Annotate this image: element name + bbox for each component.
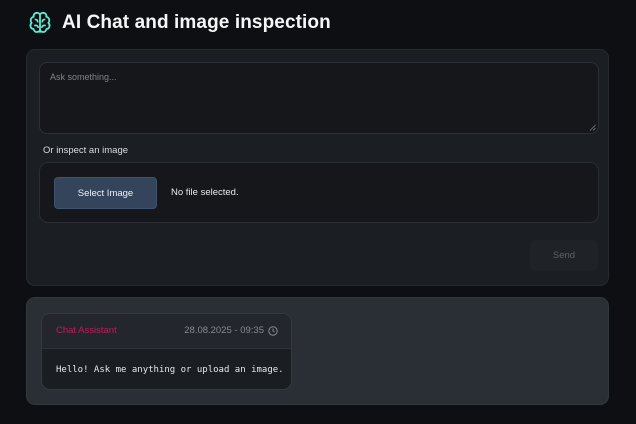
app-header: AI Chat and image inspection [26,9,331,37]
chat-input-wrapper [39,62,599,134]
send-button[interactable]: Send [530,240,598,271]
resize-handle-icon[interactable] [589,124,596,131]
message-sender: Chat Assistant [56,325,117,336]
input-panel: Or inspect an image Select Image No file… [26,49,609,286]
chat-input[interactable] [40,63,598,133]
chat-history-panel: Chat Assistant 28.08.2025 - 09:35 Hello!… [26,297,609,405]
message-text: Hello! Ask me anything or upload an imag… [56,365,284,375]
select-image-button[interactable]: Select Image [54,177,157,209]
inspect-image-label: Or inspect an image [43,145,129,156]
clock-icon [268,326,278,336]
page-title: AI Chat and image inspection [62,12,331,33]
brain-icon [29,11,51,33]
file-picker: Select Image No file selected. [39,162,599,223]
file-status-text: No file selected. [171,187,239,198]
message-timestamp: 28.08.2025 - 09:35 [184,325,264,336]
message-card: Chat Assistant 28.08.2025 - 09:35 Hello!… [41,313,292,390]
message-header: Chat Assistant 28.08.2025 - 09:35 [42,314,291,349]
